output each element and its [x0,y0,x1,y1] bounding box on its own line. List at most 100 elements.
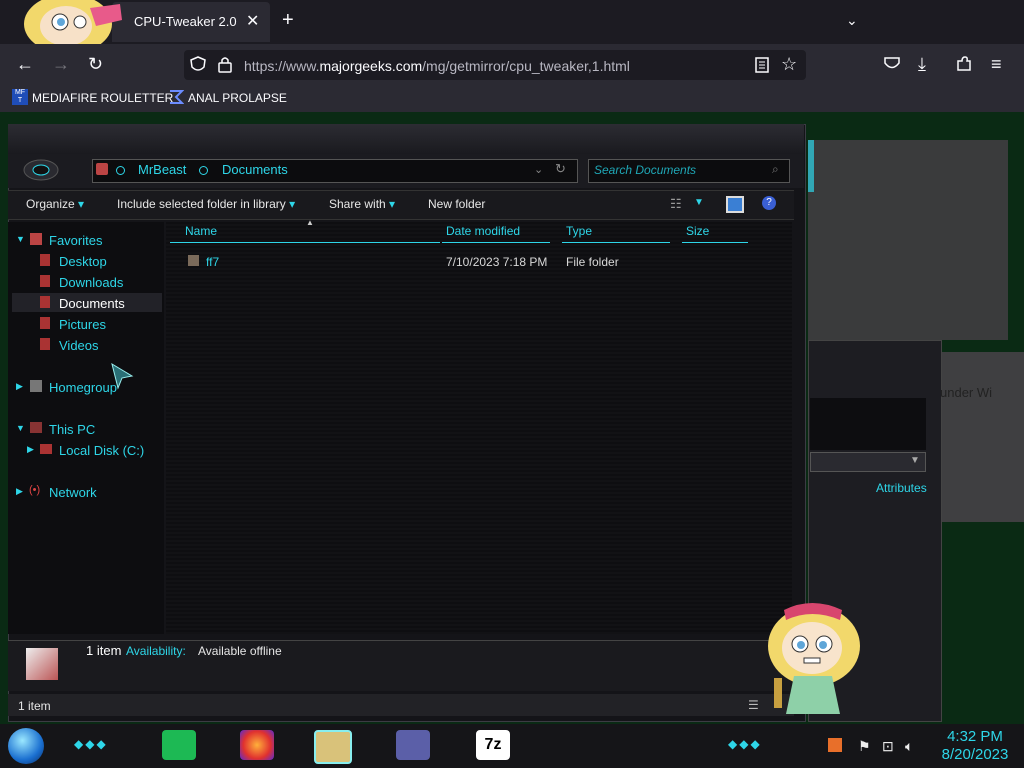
nav-item-videos[interactable]: Videos [59,338,99,353]
view-options-icon[interactable]: ☷ [670,196,682,212]
url-text[interactable]: https://www.majorgeeks.com/mg/getmirror/… [244,58,630,74]
desktop-icon [40,254,50,266]
nav-item-favorites[interactable]: Favorites [49,233,102,248]
tray-app-icon[interactable] [828,738,842,752]
network-tray-icon[interactable]: ⊡ [882,738,894,755]
nav-item-documents[interactable]: Documents [59,296,125,311]
homegroup-icon [30,380,42,392]
chevron-down-icon[interactable]: ▼ [910,455,920,466]
mascot-character-icon [768,603,860,714]
bookmark-star-icon[interactable]: ☆ [781,54,797,75]
downloads-folder-icon [40,275,50,287]
reader-view-icon[interactable] [754,56,770,74]
file-name[interactable]: ff7 [206,255,219,269]
pocket-icon[interactable] [883,56,901,72]
column-header-type[interactable]: Type [562,224,670,243]
status-bar [8,694,794,716]
view-dropdown-chevron-icon[interactable]: ▼ [694,197,704,208]
new-tab-button[interactable]: + [282,9,294,32]
downloads-icon[interactable]: ⤓ [918,54,926,75]
nav-item-homegroup[interactable]: Homegroup [49,380,117,395]
file-explorer-taskbar-icon[interactable] [314,730,352,764]
breadcrumb-documents[interactable]: Documents [222,162,288,177]
new-folder-button[interactable]: New folder [428,197,485,211]
column-header-size[interactable]: Size [682,224,748,243]
column-header-name[interactable]: Name [170,224,440,243]
nav-item-downloads[interactable]: Downloads [59,275,123,290]
documents-folder-icon [40,296,50,308]
search-icon[interactable]: ⌕ [772,162,779,177]
page-panel [808,140,1008,340]
window-top-frame [8,124,804,154]
taskbar-clock[interactable]: 4:32 PM 8/20/2023 [930,728,1020,764]
this-pc-icon [30,422,42,433]
forward-arrow-icon[interactable]: → [52,54,70,75]
network-icon: (•) [29,484,41,496]
include-in-library-button[interactable]: Include selected folder in library ▾ [117,197,295,211]
expand-arrow-icon[interactable]: ▼ [16,423,25,433]
status-item-count: 1 item [18,699,51,713]
file-list [166,222,792,634]
shield-icon[interactable] [190,56,206,74]
favorites-star-icon [30,233,42,245]
mediafire-favicon-icon: MF T [12,89,28,105]
nav-item-desktop[interactable]: Desktop [59,254,107,269]
help-icon[interactable]: ? [762,196,776,210]
attributes-column-header[interactable]: Attributes [876,481,927,495]
lock-icon[interactable] [218,56,232,74]
folder-icon [188,255,199,266]
expand-arrow-icon[interactable]: ▶ [16,486,23,497]
details-item-count: 1 item [86,643,122,658]
clock-time: 4:32 PM [947,728,1003,745]
column-header-date-modified[interactable]: Date modified [442,224,550,243]
seven-zip-taskbar-icon[interactable]: 7z [476,730,510,760]
back-arrow-icon[interactable]: ← [16,54,34,75]
spotify-taskbar-icon[interactable] [162,730,196,760]
breadcrumb-mrbeast[interactable]: MrBeast [138,162,186,177]
file-type: File folder [566,255,619,269]
expand-arrow-icon[interactable]: ▼ [16,234,25,244]
nav-item-this-pc[interactable]: This PC [49,422,95,437]
availability-value: Available offline [198,644,282,658]
bookmark-item[interactable]: ANAL PROLAPSE [188,91,287,105]
breadcrumb-separator-icon [199,166,208,175]
clock-date: 8/20/2023 [941,746,1009,763]
nav-item-network[interactable]: Network [49,485,97,500]
back-forward-orb-icon[interactable] [22,158,60,182]
breadcrumb-separator-icon [116,166,125,175]
background-window-pane [810,398,926,450]
expand-arrow-icon[interactable]: ▶ [16,381,23,392]
address-dropdown-chevron-icon[interactable]: ⌄ [534,163,543,176]
taskbar-decoration-icon: ◆◆◆ [74,737,108,751]
nav-item-pictures[interactable]: Pictures [59,317,106,332]
reload-icon[interactable]: ↻ [88,54,103,75]
firefox-taskbar-icon[interactable] [240,730,274,760]
organize-button[interactable]: Organize ▾ [26,197,84,211]
pictures-folder-icon [40,317,50,329]
start-orb-icon[interactable] [8,728,44,764]
tab-close-icon[interactable]: ✕ [246,11,259,31]
bookmark-item[interactable]: MEDIAFIRE ROULETTER [32,91,173,105]
file-date: 7/10/2023 7:18 PM [446,255,548,269]
sigma-favicon-icon [170,90,184,104]
user-folder-icon [96,163,108,175]
taskbar-decoration-icon: ◆◆◆ [728,737,762,751]
videos-folder-icon [40,338,50,350]
local-disk-icon [40,444,52,454]
background-dropdown[interactable] [810,452,926,472]
nav-item-local-disk[interactable]: Local Disk (C:) [59,443,144,458]
details-view-icon[interactable]: ☰ [748,698,759,712]
tab-list-chevron-icon[interactable]: ⌄ [846,12,858,29]
tab-title: CPU-Tweaker 2.0 [134,14,237,29]
share-with-button[interactable]: Share with ▾ [329,197,395,211]
availability-label: Availability: [126,644,186,658]
action-center-flag-icon[interactable]: ⚑ [858,738,871,755]
refresh-icon[interactable]: ↻ [555,161,566,177]
control-panel-taskbar-icon[interactable] [396,730,430,760]
menu-icon[interactable]: ≡ [991,54,1002,75]
window-accent-strip [808,140,814,192]
expand-arrow-icon[interactable]: ▶ [27,444,34,455]
extensions-icon[interactable] [955,55,973,73]
preview-pane-icon[interactable] [726,196,744,213]
volume-icon[interactable]: 🔈︎ [905,738,913,755]
